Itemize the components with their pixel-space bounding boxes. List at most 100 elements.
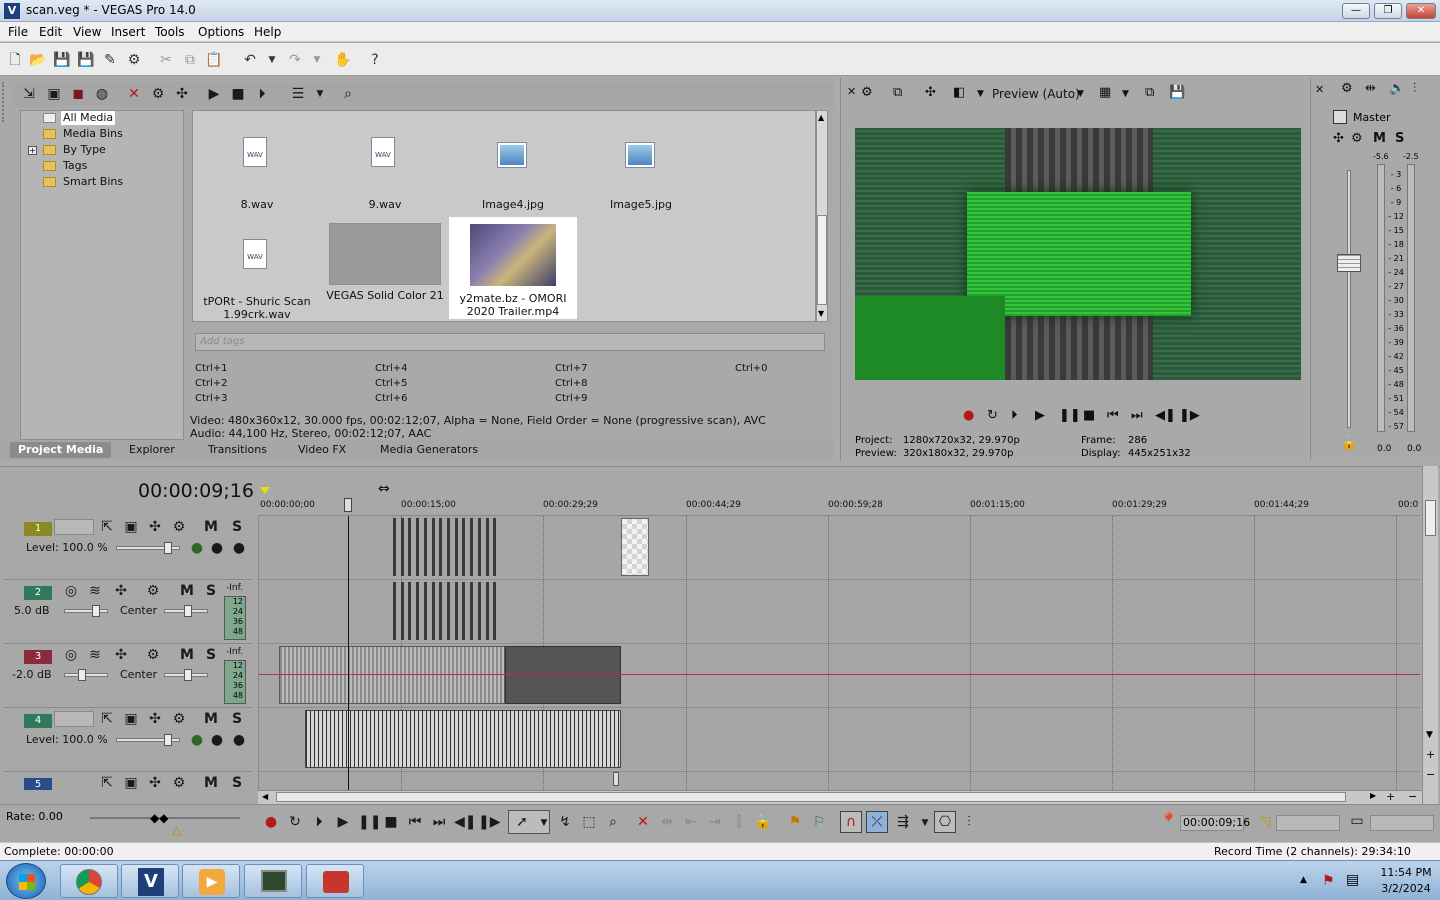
ignore-grouping-icon[interactable]: ⫶ — [960, 813, 978, 831]
stop-icon[interactable]: ■ — [382, 813, 400, 831]
stop-icon[interactable]: ■ — [1083, 408, 1095, 424]
clip-event[interactable] — [439, 518, 443, 576]
timeline-horizontal-scrollbar[interactable]: ◀ ▶ + − — [258, 790, 1422, 804]
mixer-properties-icon[interactable]: ⚙ — [1341, 81, 1353, 97]
clip-event[interactable] — [485, 582, 489, 640]
network-icon[interactable]: ▤ — [1346, 872, 1359, 888]
zoom-tool-icon[interactable]: ⌕ — [604, 813, 622, 831]
media-item-image5[interactable]: Image5.jpg — [577, 115, 705, 217]
record-icon[interactable]: ● — [262, 813, 280, 831]
timeline-timecode[interactable]: 00:00:09;16 — [138, 480, 254, 502]
volume-slider-knob[interactable] — [92, 605, 100, 617]
shortcut-ctrl8[interactable]: Ctrl+8 — [555, 378, 588, 389]
compositing-icon[interactable]: ▣ — [122, 710, 140, 728]
audio-clip-track3[interactable] — [279, 646, 505, 704]
selection-tool-icon[interactable]: ⬚ — [580, 813, 598, 831]
expand-by-type-icon[interactable]: + — [28, 146, 37, 155]
taskbar-media-player[interactable]: ▶ — [182, 864, 240, 898]
track-motion-icon[interactable]: ⇱ — [98, 774, 116, 790]
tree-item-smart-bins[interactable]: Smart Bins — [63, 175, 123, 189]
start-button[interactable] — [6, 863, 46, 899]
trim-icon[interactable]: ⇹ — [658, 813, 676, 831]
clip-event[interactable] — [400, 582, 404, 640]
track-settings-icon[interactable]: ⚙ — [170, 518, 188, 536]
close-button[interactable]: ✕ — [1406, 3, 1436, 19]
level-slider-knob[interactable] — [164, 542, 172, 554]
zoom-out-vertical-icon[interactable]: − — [1426, 768, 1435, 781]
zoom-in-vertical-icon[interactable]: + — [1426, 748, 1435, 761]
new-icon[interactable]: 🗋 — [6, 51, 24, 69]
clip-event[interactable] — [493, 582, 497, 640]
next-frame-icon[interactable]: ❚▶ — [478, 813, 501, 831]
insert-region-icon[interactable]: ⚐ — [810, 813, 828, 831]
mixer-settings-icon[interactable]: ⫶ — [1413, 81, 1416, 97]
action-center-icon[interactable]: ⚑ — [1322, 873, 1335, 889]
clip-event[interactable] — [477, 518, 481, 576]
invert-phase-icon[interactable]: ≋ — [86, 646, 104, 664]
track-header-4[interactable]: 4 ⇱ ▣ ✣ ⚙ M S Level: 100.0 % ● ● ● — [4, 708, 252, 772]
dim-output-icon[interactable]: 🔈 — [1389, 81, 1405, 97]
track-header-3[interactable]: 3 ◎ ≋ ✣ ⚙ M S -Inf. -2.0 dB Center 12 24… — [4, 644, 252, 708]
panel-grip[interactable] — [2, 82, 10, 122]
track-motion-icon[interactable]: ⇱ — [98, 710, 116, 728]
maximize-button[interactable]: ❐ — [1374, 3, 1402, 19]
tab-project-media[interactable]: Project Media — [10, 442, 112, 458]
master-fader-track[interactable] — [1347, 170, 1351, 428]
delete-icon[interactable]: ✕ — [634, 813, 652, 831]
downmix-icon[interactable]: ⇹ — [1365, 81, 1376, 97]
menu-view[interactable]: View — [73, 25, 101, 39]
menu-edit[interactable]: Edit — [39, 25, 62, 39]
lock-icon[interactable]: 🔒 — [754, 813, 772, 831]
compositing-icon[interactable]: ▣ — [122, 518, 140, 536]
track-header-1[interactable]: 1 ⇱ ▣ ✣ ⚙ M S Level: 100.0 % ● ● ● — [4, 516, 252, 580]
expand-icon[interactable]: ✣ — [173, 85, 191, 103]
copy-snapshot-icon[interactable]: ⧉ — [1145, 85, 1154, 101]
composite-mode-icon[interactable]: ● — [188, 539, 206, 557]
track-fx-icon[interactable]: ✣ — [146, 710, 164, 728]
scroll-thumb[interactable] — [817, 215, 827, 305]
level-slider-knob[interactable] — [164, 734, 172, 746]
master-checkbox[interactable] — [1333, 110, 1347, 124]
copy-icon[interactable]: ⧉ — [181, 51, 199, 69]
menu-insert[interactable]: Insert — [111, 25, 145, 39]
tree-item-all-media[interactable]: All Media — [61, 111, 116, 125]
taskbar-toolbox[interactable] — [306, 864, 364, 898]
properties-icon[interactable]: ⚙ — [125, 51, 143, 69]
auto-crossfade-toggle[interactable]: ⤫ — [866, 811, 888, 833]
clip-event[interactable] — [423, 582, 427, 640]
playhead-cursor[interactable] — [348, 516, 349, 790]
master-fader-handle[interactable] — [1337, 254, 1361, 272]
track-settings-icon[interactable]: ⚙ — [170, 774, 188, 790]
timeline-lanes[interactable] — [258, 516, 1420, 790]
clip-event[interactable] — [416, 582, 420, 640]
open-icon[interactable]: 📂 — [29, 51, 47, 69]
track-name-field[interactable] — [54, 711, 94, 727]
clip-event[interactable] — [408, 518, 412, 576]
child-icon[interactable]: ● — [230, 539, 248, 557]
track-fx-icon[interactable]: ✣ — [146, 518, 164, 536]
minimize-button[interactable]: — — [1342, 3, 1370, 19]
scroll-right-icon[interactable]: ▶ — [1370, 791, 1376, 800]
external-monitor-icon[interactable]: ⧉ — [893, 85, 902, 101]
volume-envelope[interactable] — [259, 674, 1420, 675]
video-clip-track4[interactable] — [305, 710, 621, 768]
master-solo-button[interactable]: S — [1395, 131, 1404, 147]
media-item-omori-trailer[interactable]: y2mate.bz - OMORI 2020 Trailer.mp4 — [449, 217, 577, 319]
taskbar-chrome[interactable] — [60, 864, 118, 898]
child-icon[interactable]: ● — [230, 731, 248, 749]
solo-button[interactable]: S — [228, 710, 246, 728]
clip-event[interactable] — [462, 518, 466, 576]
media-fx-icon[interactable]: ⚙ — [149, 85, 167, 103]
play-icon[interactable]: ▶ — [1035, 408, 1045, 424]
menu-options[interactable]: Options — [198, 25, 244, 39]
parent-icon[interactable]: ● — [208, 539, 226, 557]
close-mixer-icon[interactable]: ✕ — [1315, 82, 1324, 98]
play-from-start-icon[interactable]: ⏵ — [310, 813, 328, 831]
arm-record-icon[interactable]: ◎ — [62, 582, 80, 600]
video-clip-group[interactable] — [393, 518, 501, 576]
close-panel-icon[interactable]: ✕ — [847, 84, 856, 100]
menu-tools[interactable]: Tools — [155, 25, 185, 39]
invert-phase-icon[interactable]: ≋ — [86, 582, 104, 600]
track-settings-icon[interactable]: ⚙ — [144, 646, 162, 664]
solo-button[interactable]: S — [202, 646, 220, 664]
